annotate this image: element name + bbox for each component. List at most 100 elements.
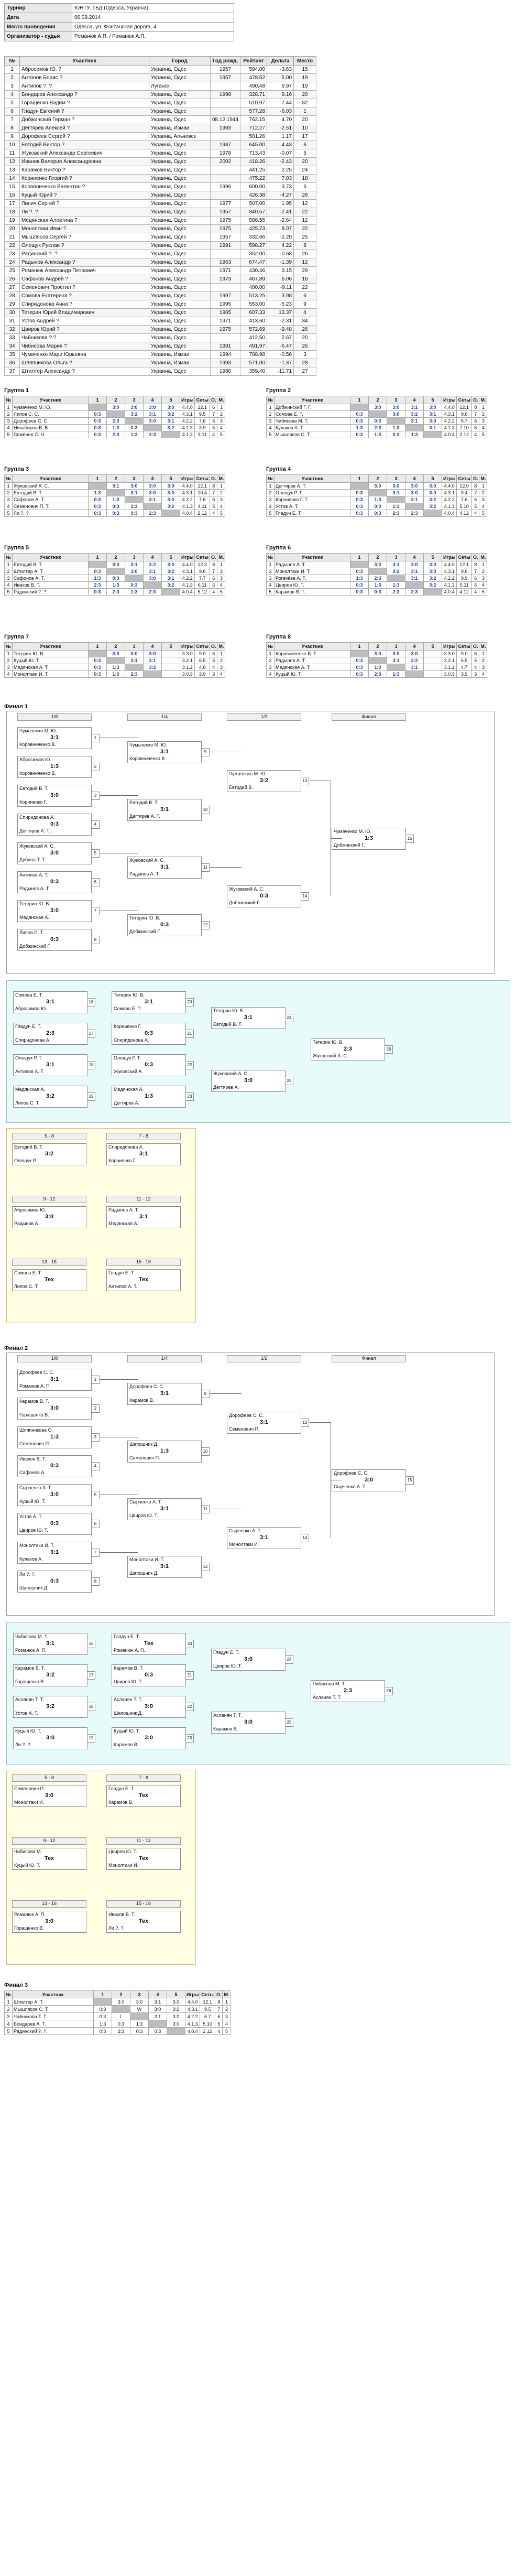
match-r1[interactable]: Абросимов Ю. 1:3 Коровниченко В. 2 (17, 756, 100, 778)
table-cell: 28 (293, 359, 317, 367)
group-cell: 4 (471, 431, 480, 438)
match-r1[interactable]: Ли ?. ?. 0:3 Шапошник Д. 8 (17, 1571, 100, 1593)
column-header: 1 (350, 553, 369, 561)
lower-match-r1[interactable]: Сомова Е. Т. 3:1 Абросимов Ю. 16 (13, 991, 95, 1013)
lower-match-r3[interactable]: Гладун Е. Т. 3:0 Цвиров Ю. Т. 24 (211, 1649, 293, 1671)
lower-match-r2[interactable]: Медянская А. 1:3 Дегтярев А. 23 (112, 1086, 194, 1108)
place-match[interactable]: Гладун Е. Т. Тех Антипов А. Т. (106, 1269, 181, 1291)
match-r1[interactable]: Устов А. Т. 0:3 Цвиров Ю. Т. 6 (17, 1513, 100, 1535)
lower-match-r1[interactable]: Асланян Т. Т. 3:2 Устов А. Т. 18 (13, 1696, 95, 1718)
place-match[interactable]: Романюк А. П. 3:0 Горащенко В. (12, 1911, 86, 1933)
lower-match-r2[interactable]: Карамов В. Т. 0:3 Цвиров Ю. Т. 21 (112, 1664, 194, 1686)
column-header: Сеты (194, 396, 210, 404)
lower-match-r1[interactable]: Карамов В. Т. 3:2 Горащенко В. 17 (13, 1664, 95, 1686)
player-1: Гладун Е. Т. (108, 1270, 135, 1275)
lower-match-r2[interactable]: Куцый Ю. Т. 3:0 Карамов В. 23 (112, 1727, 194, 1749)
lower-match-r2[interactable]: Асланян Т. Т. 3:0 Шапошник Д. 22 (112, 1696, 194, 1718)
info-row: Место проведения Одесса, ул. Фонтанская д… (4, 22, 234, 32)
match-final[interactable]: Чумаченко М. Ю. 1:3 Добжинский Г. 15 (332, 828, 414, 850)
group-cell (88, 650, 107, 657)
table-cell: 1965 (210, 308, 241, 317)
group-cell: 0:3 (88, 657, 107, 664)
lower-match-r3[interactable]: Жуковский А. С. 3:0 Дегтярев А. 25 (211, 1070, 293, 1092)
lower-match-final[interactable]: Чибисова М. Т. 2:3 Асланян Т. Т. 26 (311, 1680, 393, 1702)
place-match[interactable]: Цвиров Ю. Т. Тех Монолтаки И. (106, 1848, 181, 1870)
column-header: 2 (368, 474, 388, 483)
lower-match-r2[interactable]: Корниенко Г. 0:3 Спиридонова А. 21 (112, 1023, 194, 1045)
lower-match-r1[interactable]: Медянская А. 3:2 Липов С. Т. 19 (13, 1086, 95, 1108)
lower-match-r2[interactable]: Олещук Р. Т. 0:3 Жуковский А. 22 (112, 1054, 194, 1076)
match-r2[interactable]: Тетерин Ю. В. 0:3 Добжинский Г. 12 (127, 914, 210, 936)
match-r3[interactable]: Чумаченко М. Ю. 3:2 Евтодий В. 13 (227, 770, 309, 792)
match-r1[interactable]: Тетерин Ю. В. 3:0 Медянская А. 7 (17, 900, 100, 922)
group-cell: 2 (266, 568, 275, 575)
place-match[interactable]: Сомова Е. Т. Тех Липов С. Т. (12, 1269, 86, 1291)
lower-match-final[interactable]: Тетерин Ю. В. 2:3 Жуковский А. С. 26 (311, 1038, 393, 1060)
lower-match-r2[interactable]: Гладун Е. Т. Тех Романюк А. П. 20 (112, 1633, 194, 1655)
group-cell: 1:3 (405, 431, 424, 438)
place-match[interactable]: Спиридонова А. 3:1 Корниенко Г. (106, 1143, 181, 1165)
place-match[interactable]: Семенович П. 3:0 Монолтаки И. (12, 1785, 86, 1807)
group-cell: Семёнов С. Н. (12, 431, 89, 438)
lower-match-r1[interactable]: Чибисова М. Т. 3:1 Романюк А. П. 16 (13, 1633, 95, 1655)
match-r3[interactable]: Жуковский А. С. 0:3 Добжинский Г. 14 (227, 885, 309, 907)
match-score: 3:1 (160, 1506, 169, 1512)
match-r1[interactable]: Чумаченко М. Ю. 3:1 Коровниченко В. 1 (17, 727, 100, 749)
group-cell: Куцый Ю. Т. (274, 670, 351, 678)
match-r2[interactable]: Дорофеев С. С. 3:1 Карамов В. 9 (127, 1383, 210, 1405)
place-match[interactable]: Евтодий В. Т. 3:2 Олещук Р. (12, 1143, 86, 1165)
match-score: 3:0 (45, 1792, 53, 1799)
match-score: 0:3 (50, 1578, 59, 1584)
match-r2[interactable]: Чумаченко М. Ю. 3:1 Коровниченко В. 9 (127, 741, 210, 763)
match-r1[interactable]: Карамов В. Т. 3:0 Горащенко В. 2 (17, 1398, 100, 1420)
group-cell: Ивахов В. Т. (12, 581, 89, 589)
match-r1[interactable]: Евтодий В. Т. 3:0 Корниенко Г. 3 (17, 785, 100, 807)
place-match[interactable]: Ивахов В. Т. Тех Ли ?. ?. (106, 1911, 181, 1933)
match-r1[interactable]: Дорофеев С. С. 3:1 Романюк А. П. 1 (17, 1369, 100, 1391)
match-r1[interactable]: Монолтаки И. Т. 3:1 Кулаков А. 7 (17, 1542, 100, 1564)
lower-match-r3[interactable]: Асланян Т. Т. 3:0 Карамов В. 25 (211, 1712, 293, 1734)
match-r1[interactable]: Липов С. Т. 0:3 Добжинский Г. 8 (17, 929, 100, 951)
place-match[interactable]: Радынов А. Т. 3:1 Медянская А. (106, 1206, 181, 1228)
match-number: 18 (87, 1703, 95, 1711)
match-r3[interactable]: Дорофеев С. С. 3:1 Семенович П. 13 (227, 1412, 309, 1434)
match-r1[interactable]: Спиридонова А. 0:3 Дегтярев А. Т. 4 (17, 814, 100, 836)
group-cell: 7 (471, 410, 480, 418)
player-1: Гладун Е. Т. (213, 1650, 239, 1655)
table-cell: Украина, Измаи (149, 350, 211, 359)
place-match[interactable]: Гладун Е. Т. Тех Карамов В. (106, 1785, 181, 1807)
group-cell: 6 (209, 575, 218, 582)
match-number: 19 (87, 1734, 95, 1742)
lower-match-r2[interactable]: Тетерин Ю. В. 3:1 Сомова Е. Т. 20 (112, 991, 194, 1013)
table-row: 23 Радинский ?. ? Украина, Одес 352.00 -0.68… (4, 250, 317, 258)
match-r2[interactable]: Жуковский А. С. 3:1 Радынов А. Т. 11 (127, 857, 210, 879)
match-r2[interactable]: Евтодий В. Т. 3:1 Дегтярев А. Т. 10 (127, 799, 210, 821)
lower-match-r3[interactable]: Тетерин Ю. В. 3:1 Евтодий В. Т. 24 (211, 1007, 293, 1029)
match-r3[interactable]: Сырченко А. Т. 3:1 Монолтаки И. 14 (227, 1527, 309, 1549)
match-r1[interactable]: Жуковский А. С. 3:0 Дубина Т. Т. 5 (17, 842, 100, 864)
place-match[interactable]: Чибисова М. Тех Куцый Ю. Т. (12, 1848, 86, 1870)
match-score: Тех (138, 1918, 149, 1924)
group-cell (423, 670, 443, 678)
table-cell: 1963 (210, 258, 241, 267)
place-match[interactable]: Абросимов Ю. 3:0 Радынов А. (12, 1206, 86, 1228)
lower-match-r1[interactable]: Олещук Р. Т. 3:1 Антипов А. Т. 18 (13, 1054, 95, 1076)
bracket-line (100, 795, 138, 796)
match-r1[interactable]: Ивахов В. Т. 0:3 Сафонов А. 4 (17, 1455, 100, 1477)
match-r1[interactable]: Сырченко А. Т. 3:0 Куцый Ю. Т. 5 (17, 1484, 100, 1506)
lower-match-r1[interactable]: Куцый Ю. Т. 3:0 Ли ?. ?. 19 (13, 1727, 95, 1749)
column-header: № (266, 396, 275, 404)
match-score: 3:0 (45, 1214, 53, 1220)
match-r1[interactable]: Шляпникова О. 1:3 Семенович П. 3 (17, 1426, 100, 1448)
group-title: Группа 4 (266, 466, 291, 472)
table-cell: 7.03 (267, 174, 294, 183)
match-r2[interactable]: Шапошник Д. 1:3 Семенович П. 10 (127, 1441, 210, 1463)
column-header: 3 (125, 474, 144, 483)
lower-match-r1[interactable]: Гладун Е. Т. 2:3 Спиридонова А. 17 (13, 1023, 95, 1045)
match-final[interactable]: Дорофеев С. С. 3:0 Сырченко А. Т. 15 (332, 1469, 414, 1491)
match-r1[interactable]: Антипов А. Т. 0:3 Радынов А. Т. 6 (17, 871, 100, 893)
final-3-cell: 5 (4, 2027, 13, 2035)
match-number: 25 (285, 1077, 293, 1085)
match-r2[interactable]: Монолтаки И. Т. 3:1 Шапошник Д. 12 (127, 1556, 210, 1578)
match-r2[interactable]: Сырченко А. Т. 3:1 Цвиров Ю. Т. 11 (127, 1498, 210, 1520)
